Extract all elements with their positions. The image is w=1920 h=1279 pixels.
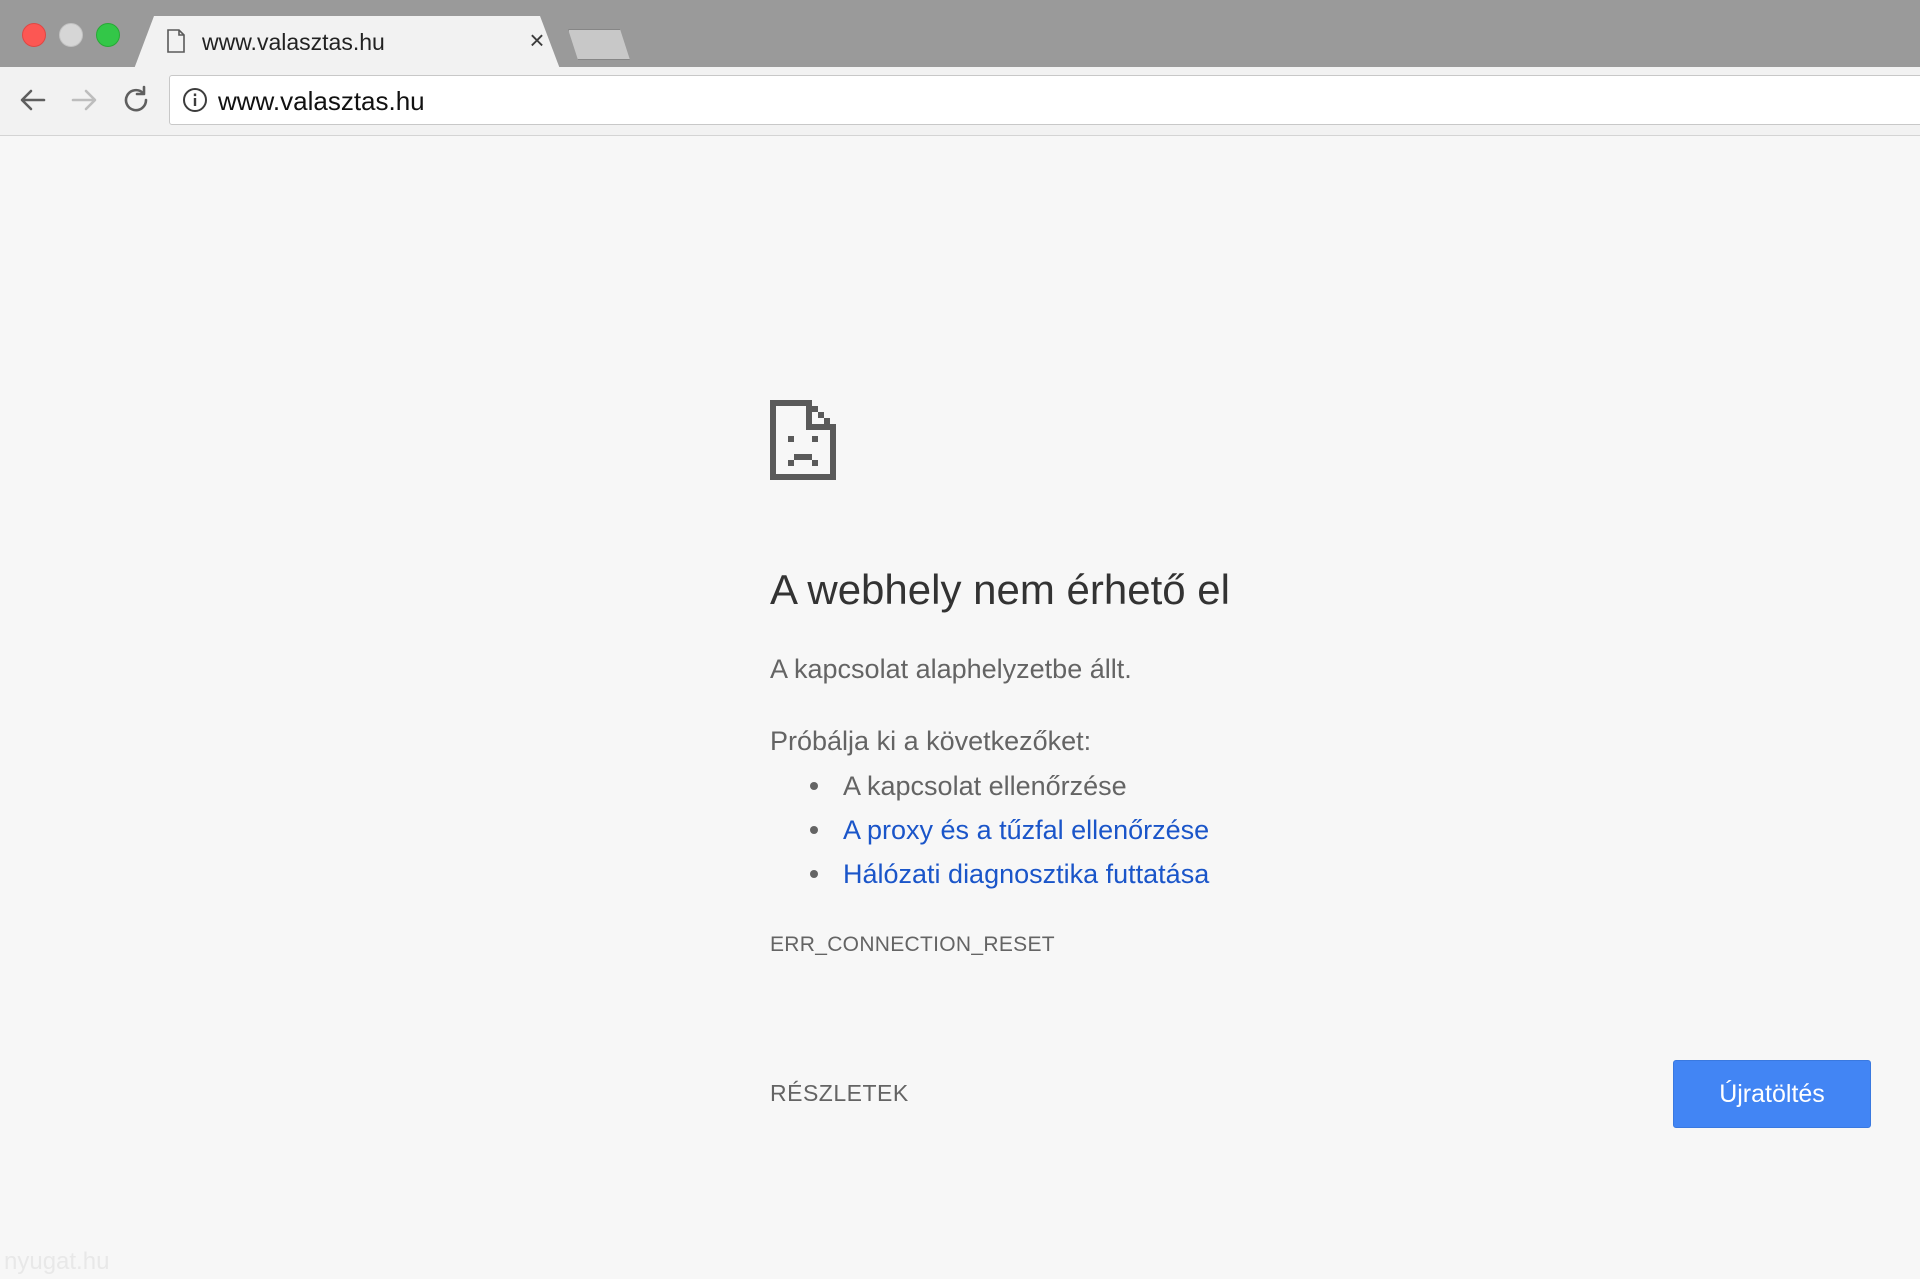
tab-title: www.valasztas.hu (202, 29, 385, 55)
suggestion-item: Hálózati diagnosztika futtatása (770, 858, 1209, 902)
suggestion-check-connection: A kapcsolat ellenőrzése (843, 771, 1127, 801)
bullet-icon (810, 870, 818, 878)
bullet-icon (810, 782, 818, 790)
back-arrow-icon[interactable] (16, 83, 50, 117)
tab-close-icon[interactable]: × (526, 27, 548, 53)
window-minimize-button[interactable] (59, 23, 83, 47)
browser-toolbar: www.valasztas.hu (0, 67, 1920, 136)
suggestions-title: Próbálja ki a következőket: (770, 726, 1092, 756)
forward-arrow-icon[interactable] (67, 83, 101, 117)
suggestion-network-diagnostics-link[interactable]: Hálózati diagnosztika futtatása (843, 859, 1209, 889)
suggestion-item: A proxy és a tűzfal ellenőrzése (770, 814, 1209, 858)
suggestion-item: A kapcsolat ellenőrzése (770, 770, 1209, 814)
suggestions-list: A kapcsolat ellenőrzése A proxy és a tűz… (770, 770, 1209, 902)
url-text[interactable]: www.valasztas.hu (218, 86, 425, 117)
details-button[interactable]: RÉSZLETEK (770, 1080, 909, 1107)
browser-tab[interactable]: www.valasztas.hu × (134, 16, 560, 69)
reload-button[interactable]: Újratöltés (1673, 1060, 1871, 1128)
error-heading: A webhely nem érhető el (770, 566, 1230, 613)
error-subtitle: A kapcsolat alaphelyzetbe állt. (770, 654, 1132, 684)
reload-icon[interactable] (119, 83, 153, 117)
info-icon[interactable] (182, 87, 208, 113)
address-bar[interactable]: www.valasztas.hu (169, 75, 1920, 125)
window-maximize-button[interactable] (96, 23, 120, 47)
tab-strip: www.valasztas.hu × (0, 0, 1920, 69)
watermark: nyugat.hu (4, 1248, 110, 1275)
error-code: ERR_CONNECTION_RESET (770, 933, 1055, 956)
page-icon (167, 29, 185, 53)
suggestion-check-proxy-link[interactable]: A proxy és a tűzfal ellenőrzése (843, 815, 1209, 845)
new-tab-button[interactable] (568, 29, 630, 60)
window-close-button[interactable] (22, 23, 46, 47)
bullet-icon (810, 826, 818, 834)
sad-page-icon (770, 400, 836, 480)
